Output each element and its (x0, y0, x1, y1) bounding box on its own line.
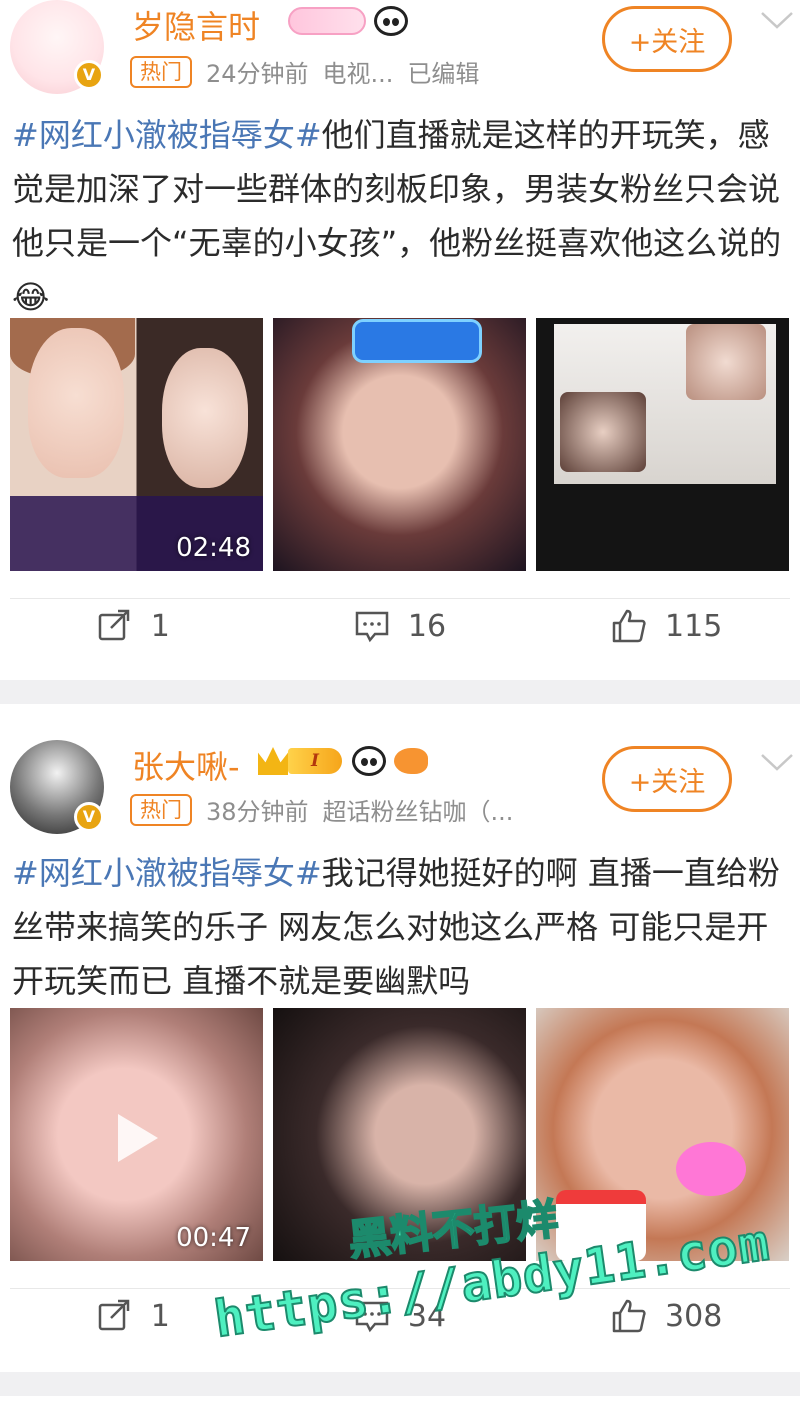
hot-tag: 热门 (130, 793, 192, 826)
level-badge: I (288, 748, 342, 774)
username[interactable]: 岁隐言时 (132, 2, 260, 48)
like-icon (612, 1299, 646, 1333)
comment-button[interactable]: 16 (267, 608, 534, 644)
image-grid: 02:48 (10, 318, 789, 571)
post-card: V 张大啾- I 热门 38分钟前 超话粉丝钻咖（... +关注 #网红小澈被指… (0, 704, 800, 1372)
comment-button[interactable]: 34 (267, 1298, 534, 1334)
post-text: #网红小澈被指辱女#他们直播就是这样的开玩笑，感觉是加深了对一些群体的刻板印象，… (12, 108, 792, 324)
play-icon[interactable] (118, 1114, 158, 1162)
image-thumbnail[interactable] (536, 318, 789, 571)
like-button[interactable]: 115 (533, 608, 800, 644)
repost-button[interactable]: 1 (0, 608, 267, 644)
post-source: 超话粉丝钻咖（... (322, 798, 514, 826)
user-badges: I (258, 746, 428, 776)
image-thumbnail[interactable] (273, 318, 526, 571)
video-duration: 00:47 (176, 1223, 251, 1253)
video-duration: 02:48 (176, 533, 251, 563)
panda-icon (352, 746, 386, 776)
like-count: 308 (665, 1298, 723, 1334)
repost-count: 1 (150, 608, 170, 644)
hashtag-link[interactable]: #网红小澈被指辱女# (12, 854, 322, 892)
next-post-card (0, 1396, 800, 1422)
repost-icon (98, 1299, 130, 1331)
follow-button[interactable]: +关注 (602, 6, 732, 72)
post-meta: 热门 24分钟前 电视... 已编辑 (130, 54, 479, 89)
post-text: #网红小澈被指辱女#我记得她挺好的啊 直播一直给粉丝带来搞笑的乐子 网友怎么对她… (12, 846, 792, 1008)
verified-badge-icon: V (74, 60, 104, 90)
image-thumbnail[interactable] (536, 1008, 789, 1261)
repost-button[interactable]: 1 (0, 1298, 267, 1334)
weibo-feed: V 岁隐言时 热门 24分钟前 电视... 已编辑 +关注 #网红小澈被指辱女#… (0, 0, 800, 1422)
divider (10, 598, 790, 599)
post-time: 38分钟前 (206, 798, 309, 826)
fish-icon (394, 748, 428, 774)
chevron-down-icon[interactable] (760, 752, 794, 772)
edited-label: 已编辑 (407, 60, 480, 88)
like-count: 115 (665, 608, 723, 644)
image-grid: 00:47 (10, 1008, 789, 1261)
hashtag-link[interactable]: #网红小澈被指辱女# (12, 116, 322, 154)
follow-button[interactable]: +关注 (602, 746, 732, 812)
comment-icon (355, 1301, 389, 1333)
divider (10, 1288, 790, 1289)
comment-icon (355, 611, 389, 643)
chevron-down-icon[interactable] (760, 10, 794, 30)
comment-count: 34 (407, 1298, 447, 1334)
repost-count: 1 (150, 1298, 170, 1334)
video-thumbnail[interactable]: 02:48 (10, 318, 263, 571)
verified-badge-icon: V (74, 802, 104, 832)
hot-tag: 热门 (130, 55, 192, 88)
comment-count: 16 (407, 608, 447, 644)
panda-icon (374, 6, 408, 36)
video-thumbnail[interactable]: 00:47 (10, 1008, 263, 1261)
member-badge-icon (288, 7, 366, 35)
like-button[interactable]: 308 (533, 1298, 800, 1334)
like-icon (612, 609, 646, 643)
post-time: 24分钟前 (206, 60, 309, 88)
user-badges (288, 6, 408, 36)
action-bar: 1 34 308 (0, 1298, 800, 1334)
post-source: 电视... (322, 60, 394, 88)
post-meta: 热门 38分钟前 超话粉丝钻咖（... (130, 792, 513, 827)
repost-icon (98, 609, 130, 641)
image-thumbnail[interactable] (273, 1008, 526, 1261)
post-card: V 岁隐言时 热门 24分钟前 电视... 已编辑 +关注 #网红小澈被指辱女#… (0, 0, 800, 680)
action-bar: 1 16 115 (0, 608, 800, 644)
username[interactable]: 张大啾- (132, 742, 240, 788)
crown-level-badge-icon: I (258, 746, 344, 776)
